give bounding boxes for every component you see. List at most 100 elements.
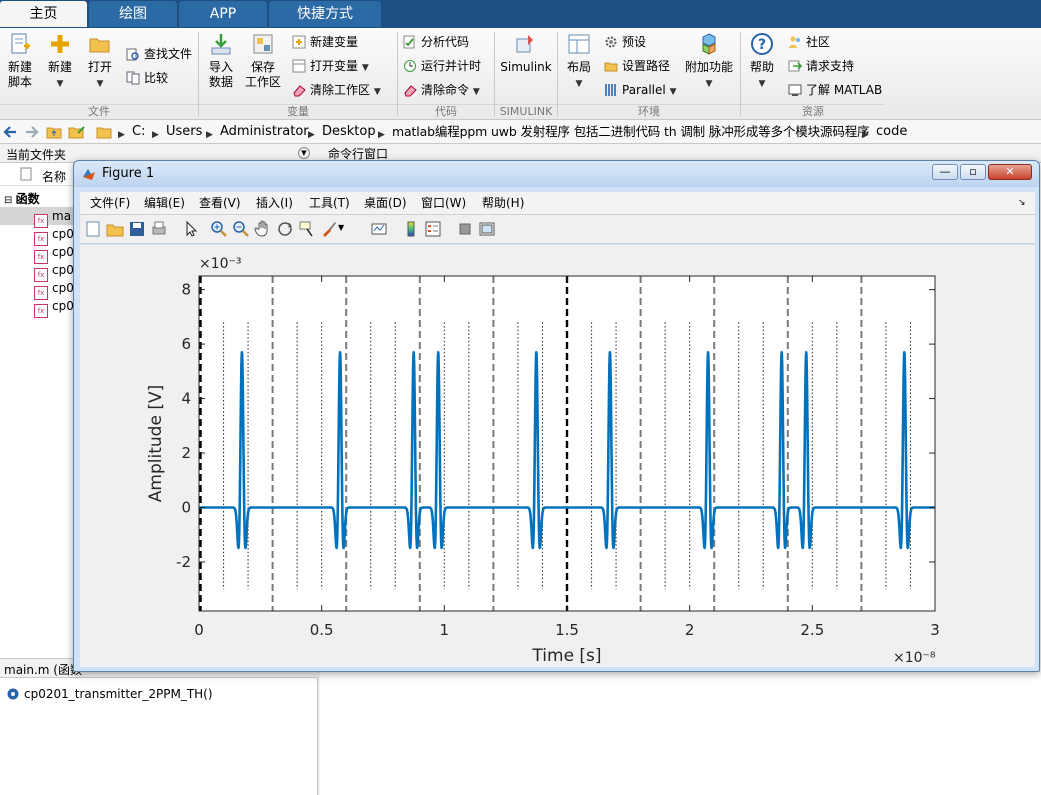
new-variable-button[interactable]: 新建变量 bbox=[292, 34, 358, 50]
pulse-plot[interactable]: 0 0.5 1 1.5 2 2.5 3 -2 0 2 4 6 8 Time [s] Amplitude … bbox=[80, 245, 1035, 667]
toolstrip-tabs: 主页 绘图 APP 快捷方式 bbox=[0, 0, 1041, 28]
import-data-button[interactable]: 导入 数据 bbox=[204, 32, 238, 90]
tab-apps[interactable]: APP bbox=[179, 1, 267, 27]
new-button[interactable]: 新建 ▼ bbox=[44, 32, 76, 92]
zoom-in-icon[interactable] bbox=[210, 220, 228, 238]
data-cursor-icon[interactable] bbox=[298, 220, 316, 238]
browse-folder-icon[interactable] bbox=[68, 124, 86, 140]
file-row[interactable]: fx ma bbox=[34, 208, 71, 228]
file-row[interactable]: fx cp0 bbox=[34, 244, 74, 264]
menu-view[interactable]: 查看(V) bbox=[199, 195, 241, 211]
open-button[interactable]: 打开 ▼ bbox=[84, 32, 116, 92]
new-figure-icon[interactable] bbox=[84, 220, 102, 238]
zoom-out-icon[interactable] bbox=[232, 220, 250, 238]
gear-icon bbox=[605, 36, 617, 48]
colorbar-icon[interactable] bbox=[402, 220, 420, 238]
pointer-icon[interactable] bbox=[182, 220, 200, 238]
crumb-code[interactable]: code bbox=[876, 124, 907, 140]
x-tick-label: 0.5 bbox=[310, 621, 334, 639]
crumb-users[interactable]: Users bbox=[166, 124, 202, 140]
file-row[interactable]: fx cp0 bbox=[34, 262, 74, 282]
clear-workspace-button[interactable]: 清除工作区 ▼ bbox=[292, 82, 381, 100]
tab-home[interactable]: 主页 bbox=[0, 1, 87, 27]
community-button[interactable]: 社区 bbox=[788, 34, 830, 50]
menu-edit[interactable]: 编辑(E) bbox=[144, 195, 185, 211]
matlab-logo-icon bbox=[83, 169, 95, 180]
request-support-button[interactable]: 请求支持 bbox=[788, 58, 854, 74]
menu-tools[interactable]: 工具(T) bbox=[309, 195, 350, 211]
show-plot-tools-icon[interactable] bbox=[478, 220, 496, 238]
simulink-button[interactable]: Simulink bbox=[500, 32, 552, 75]
import-data-icon bbox=[211, 34, 231, 55]
folder-icon bbox=[96, 127, 112, 139]
layout-button[interactable]: 布局 ▼ bbox=[563, 32, 595, 92]
find-files-button[interactable]: 查找文件 bbox=[126, 46, 192, 62]
learn-matlab-button[interactable]: 了解 MATLAB bbox=[788, 82, 882, 98]
figure-window: Figure 1 — ▫ ✕ 文件(F) 编辑(E) 查看(V) 插入(I) 工… bbox=[73, 160, 1040, 672]
legend-icon[interactable] bbox=[424, 220, 442, 238]
up-folder-icon[interactable] bbox=[46, 124, 62, 140]
menu-file[interactable]: 文件(F) bbox=[90, 195, 130, 211]
link-plot-icon[interactable] bbox=[370, 220, 388, 238]
run-and-time-button[interactable]: 运行并计时 bbox=[403, 58, 481, 74]
file-row[interactable]: fx cp0 bbox=[34, 298, 74, 318]
tab-shortcuts[interactable]: 快捷方式 bbox=[269, 1, 381, 27]
menu-help[interactable]: 帮助(H) bbox=[482, 195, 524, 211]
pan-hand-icon[interactable] bbox=[254, 220, 272, 238]
menu-desktop[interactable]: 桌面(D) bbox=[364, 195, 407, 211]
crumb-project-folder[interactable]: matlab编程ppm uwb 发射程序 包括二进制代码 th 调制 脉冲形成等… bbox=[392, 124, 870, 140]
hide-plot-tools-icon[interactable] bbox=[456, 220, 474, 238]
chevron-down-icon: ▼ bbox=[758, 79, 766, 89]
close-button[interactable]: ✕ bbox=[988, 164, 1032, 180]
y-axis-label: Amplitude [V] bbox=[146, 385, 166, 502]
chevron-right-icon: ▶ bbox=[862, 130, 869, 140]
save-workspace-button[interactable]: 保存 工作区 bbox=[244, 32, 282, 90]
x-exponent-label: ×10⁻⁸ bbox=[893, 650, 936, 666]
clear-commands-button[interactable]: 清除命令 ▼ bbox=[403, 82, 480, 100]
clear-commands-label: 清除命令 bbox=[421, 83, 470, 97]
menubar-overflow-icon[interactable]: ↘ bbox=[1018, 195, 1026, 211]
analyze-code-button[interactable]: 分析代码 bbox=[403, 34, 469, 50]
y-tick-label: 4 bbox=[181, 390, 191, 408]
x-tick-label: 1 bbox=[440, 621, 450, 639]
crumb-administrator[interactable]: Administrator bbox=[220, 124, 309, 140]
file-name: cp0 bbox=[52, 281, 74, 295]
save-icon[interactable] bbox=[128, 220, 146, 238]
compare-button[interactable]: 比较 bbox=[126, 70, 168, 86]
tab-plots[interactable]: 绘图 bbox=[89, 1, 177, 27]
parallel-button[interactable]: Parallel ▼ bbox=[604, 82, 676, 100]
minimize-button[interactable]: — bbox=[932, 164, 958, 180]
menu-window[interactable]: 窗口(W) bbox=[421, 195, 466, 211]
forward-arrow-icon[interactable] bbox=[24, 124, 40, 140]
menu-insert[interactable]: 插入(I) bbox=[256, 195, 293, 211]
print-icon[interactable] bbox=[150, 220, 168, 238]
file-row[interactable]: fx cp0 bbox=[34, 226, 74, 246]
maximize-button[interactable]: ▫ bbox=[960, 164, 986, 180]
crumb-drive[interactable]: C: bbox=[132, 124, 145, 140]
collapse-icon[interactable]: ⊟ bbox=[4, 195, 16, 206]
function-group-label: 函数 bbox=[15, 192, 40, 206]
new-script-button[interactable]: 新建 脚本 bbox=[4, 32, 36, 90]
open-file-icon[interactable] bbox=[106, 220, 124, 238]
rotate-3d-icon[interactable] bbox=[276, 220, 294, 238]
figure-titlebar: Figure 1 — ▫ ✕ bbox=[74, 161, 1039, 187]
open-label: 打开 bbox=[87, 60, 112, 74]
function-group[interactable]: ⊟ 函数 bbox=[4, 190, 40, 207]
chevron-down-icon: ▼ bbox=[361, 63, 369, 73]
chevron-down-icon[interactable]: ▼ bbox=[338, 223, 356, 241]
addons-button[interactable]: 附加功能 ▼ bbox=[684, 32, 734, 92]
column-name[interactable]: 名称 bbox=[42, 168, 66, 185]
preferences-button[interactable]: 预设 bbox=[604, 34, 646, 50]
brush-icon[interactable] bbox=[320, 220, 338, 238]
file-row[interactable]: fx cp0 bbox=[34, 280, 74, 300]
set-path-button[interactable]: 设置路径 bbox=[604, 58, 670, 74]
y-tick-label: -2 bbox=[176, 553, 191, 571]
run-and-time-label: 运行并计时 bbox=[421, 59, 482, 73]
chevron-down-icon: ▼ bbox=[96, 79, 104, 89]
panel-actions-button[interactable]: ▼ bbox=[298, 147, 310, 159]
help-button[interactable]: ? 帮助 ▼ bbox=[746, 32, 778, 92]
crumb-desktop[interactable]: Desktop bbox=[322, 124, 376, 140]
back-arrow-icon[interactable] bbox=[2, 124, 18, 140]
details-function-item[interactable]: cp0201_transmitter_2PPM_TH() bbox=[6, 687, 213, 701]
open-variable-button[interactable]: 打开变量 ▼ bbox=[292, 58, 369, 76]
